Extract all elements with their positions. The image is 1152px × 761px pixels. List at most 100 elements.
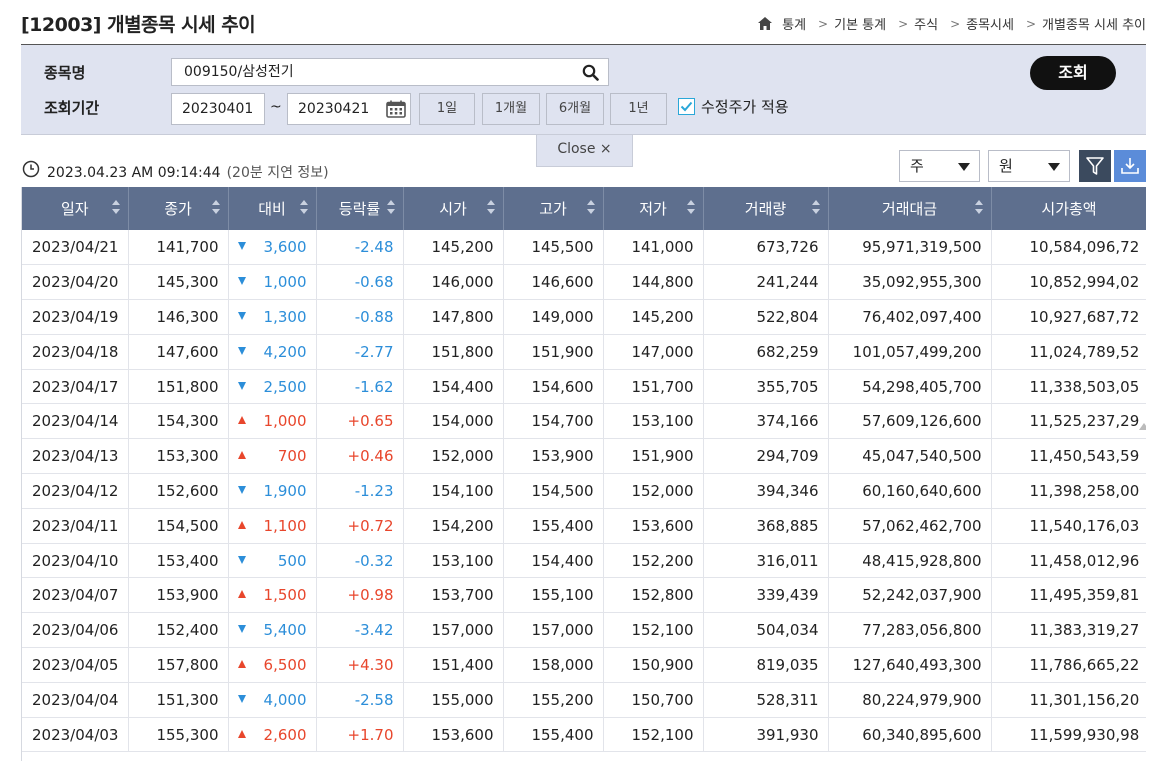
cell-change: 1,500	[228, 577, 317, 614]
cell-change: 2,600	[228, 717, 317, 753]
period-1month-button[interactable]: 1개월	[482, 93, 540, 125]
breadcrumb-item-stock[interactable]: 주식	[914, 14, 938, 33]
sort-icon[interactable]	[486, 200, 495, 216]
table-row[interactable]: 2023/04/06 152,400 5,400 -3.42 157,000 157,00…	[22, 612, 1146, 649]
cell-market-cap: 11,301,156,20	[991, 682, 1146, 718]
cell-market-cap: 11,540,176,03	[991, 508, 1146, 544]
period-6month-button[interactable]: 6개월	[546, 93, 604, 125]
search-icon[interactable]	[582, 64, 599, 81]
table-row[interactable]: 2023/04/18 147,600 4,200 -2.77 151,800 151,90…	[22, 334, 1146, 370]
sort-icon[interactable]	[211, 200, 220, 216]
sort-icon[interactable]	[974, 200, 983, 216]
cell-change: 1,000	[228, 264, 317, 301]
cell-trade-value: 48,415,928,800	[828, 543, 992, 579]
sort-icon[interactable]	[811, 200, 820, 216]
cell-trade-value: 101,057,499,200	[828, 334, 992, 370]
cell-rate: -1.62	[316, 369, 404, 405]
table-row[interactable]: 2023/04/14 154,300 1,000 +0.65 154,000 154,70…	[22, 403, 1146, 440]
cell-volume: 339,439	[703, 577, 829, 614]
cell-rate: +0.72	[316, 508, 404, 544]
column-header-rate[interactable]: 등락률	[316, 187, 404, 230]
cell-trade-value: 95,971,319,500	[828, 230, 992, 266]
cell-close: 141,700	[128, 230, 229, 266]
column-header-change[interactable]: 대비	[228, 187, 317, 230]
sort-icon[interactable]	[299, 200, 308, 216]
query-button[interactable]: 조회	[1030, 56, 1116, 90]
triangle-up-icon	[237, 660, 246, 669]
table-row[interactable]: 2023/04/04 151,300 4,000 -2.58 155,000 155,20…	[22, 682, 1146, 718]
scroll-up-arrow-icon[interactable]	[1139, 423, 1146, 430]
sort-icon[interactable]	[686, 200, 695, 216]
breadcrumb-item-basic-stats[interactable]: 기본 통계	[834, 14, 886, 33]
column-header-label: 일자	[60, 200, 89, 218]
column-header-close[interactable]: 종가	[128, 187, 229, 230]
chevron-right-icon: >	[1025, 16, 1037, 31]
table-row[interactable]: 2023/04/03 155,300 2,600 +1.70 153,600 155,40…	[22, 717, 1146, 753]
adjusted-price-label[interactable]: 수정주가 적용	[701, 96, 789, 117]
table-row[interactable]: 2023/04/12 152,600 1,900 -1.23 154,100 154,50…	[22, 473, 1146, 509]
home-icon[interactable]	[758, 17, 773, 30]
cell-rate: -2.48	[316, 230, 404, 266]
start-date-value: 20230401	[182, 101, 254, 117]
cell-market-cap: 11,458,012,96	[991, 543, 1146, 579]
cell-rate: -2.77	[316, 334, 404, 370]
column-header-low[interactable]: 저가	[603, 187, 704, 230]
close-panel-tab[interactable]: Close ×	[536, 135, 633, 167]
column-header-volume[interactable]: 거래량	[703, 187, 829, 230]
cell-volume: 355,705	[703, 369, 829, 405]
calendar-icon[interactable]	[386, 100, 406, 118]
cell-high: 151,900	[503, 334, 604, 370]
cell-close: 145,300	[128, 264, 229, 301]
cell-trade-value: 54,298,405,700	[828, 369, 992, 405]
breadcrumb-item-stock-price[interactable]: 종목시세	[966, 14, 1014, 33]
filter-button[interactable]	[1079, 150, 1111, 182]
cell-open: 154,200	[403, 508, 504, 544]
adjusted-price-checkbox[interactable]	[678, 98, 695, 115]
cell-close: 157,800	[128, 647, 229, 683]
column-header-open[interactable]: 시가	[403, 187, 504, 230]
cell-high: 149,000	[503, 299, 604, 335]
check-icon	[680, 101, 693, 112]
column-header-label: 대비	[258, 200, 286, 218]
period-1day-button[interactable]: 1일	[419, 93, 475, 125]
column-header-date[interactable]: 일자	[22, 187, 129, 230]
table-row[interactable]: 2023/04/21 141,700 3,600 -2.48 145,200 145,50…	[22, 230, 1146, 266]
table-row[interactable]: 2023/04/05 157,800 6,500 +4.30 151,400 158,00…	[22, 647, 1146, 683]
table-row[interactable]: 2023/04/11 154,500 1,100 +0.72 154,200 155,40…	[22, 508, 1146, 544]
column-header-high[interactable]: 고가	[503, 187, 604, 230]
cell-close: 153,300	[128, 438, 229, 475]
cell-open: 145,200	[403, 230, 504, 266]
triangle-down-icon	[237, 346, 246, 355]
cell-open: 154,000	[403, 403, 504, 440]
unit-select-value: 주	[910, 157, 924, 175]
column-header-label: 시가총액	[1041, 200, 1097, 218]
unit-select[interactable]: 주	[899, 150, 980, 182]
download-icon	[1121, 158, 1139, 174]
cell-low: 152,000	[603, 473, 704, 509]
currency-select[interactable]: 원	[988, 150, 1070, 182]
sort-icon[interactable]	[586, 200, 595, 216]
column-header-trade-value[interactable]: 거래대금	[828, 187, 992, 230]
table-header-row: 일자 종가 대비 등락률 시가 고가 저가 거래량 거래대금 시가총액	[22, 187, 1146, 230]
table-row[interactable]: 2023/04/17 151,800 2,500 -1.62 154,400 154,60…	[22, 369, 1146, 405]
cell-change-value: 1,500	[263, 586, 307, 605]
breadcrumb-item-current[interactable]: 개별종목 시세 추이	[1042, 14, 1146, 33]
cell-date: 2023/04/10	[22, 543, 129, 579]
stock-search-input[interactable]: 009150/삼성전기	[171, 58, 609, 86]
table-row[interactable]: 2023/04/07 153,900 1,500 +0.98 153,700 155,10…	[22, 577, 1146, 614]
table-row[interactable]: 2023/04/13 153,300 700 +0.46 152,000 153,900 1…	[22, 438, 1146, 475]
sort-icon[interactable]	[111, 200, 120, 216]
end-date-input[interactable]: 20230421	[287, 93, 411, 125]
cell-market-cap: 11,495,359,81	[991, 577, 1146, 614]
table-row[interactable]: 2023/04/19 146,300 1,300 -0.88 147,800 149,00…	[22, 299, 1146, 335]
download-button[interactable]	[1114, 150, 1146, 182]
table-row[interactable]: 2023/04/10 153,400 500 -0.32 153,100 154,400 1…	[22, 543, 1146, 579]
table-row[interactable]: 2023/04/20 145,300 1,000 -0.68 146,000 146,60…	[22, 264, 1146, 301]
column-header-market-cap[interactable]: 시가총액	[991, 187, 1146, 230]
cell-volume: 241,244	[703, 264, 829, 301]
period-1year-button[interactable]: 1년	[610, 93, 667, 125]
cell-rate: -3.42	[316, 612, 404, 649]
breadcrumb-item-stats[interactable]: 통계	[782, 14, 806, 33]
start-date-input[interactable]: 20230401	[171, 93, 265, 125]
sort-icon[interactable]	[386, 200, 395, 216]
